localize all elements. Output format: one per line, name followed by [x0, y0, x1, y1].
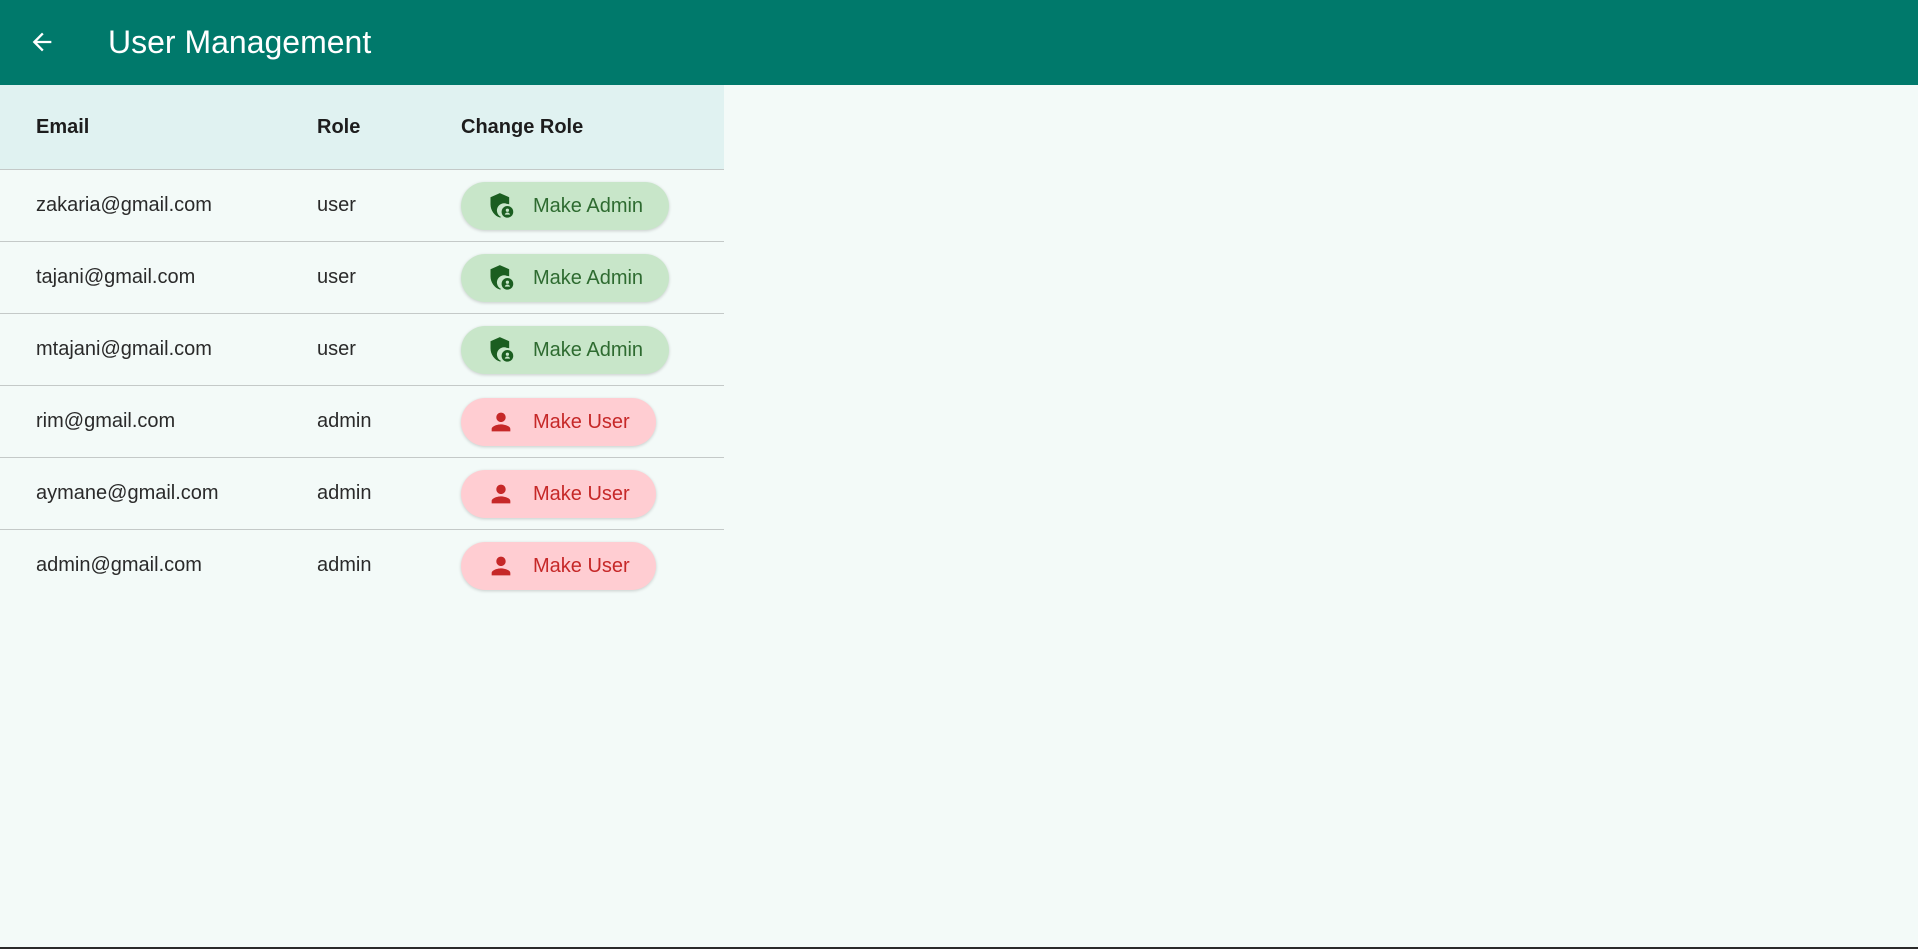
table-row: mtajani@gmail.com user Make Admin — [0, 314, 724, 386]
table-row: aymane@gmail.com admin Make User — [0, 458, 724, 530]
table-row: tajani@gmail.com user Make Admin — [0, 242, 724, 314]
users-table: Email Role Change Role zakaria@gmail.com… — [0, 85, 724, 601]
person-icon — [487, 408, 515, 436]
role-cell: user — [317, 266, 356, 288]
button-label: Make Admin — [533, 266, 644, 289]
role-cell: admin — [317, 554, 372, 576]
button-label: Make User — [533, 410, 630, 433]
email-cell: rim@gmail.com — [36, 410, 176, 432]
role-cell: admin — [317, 410, 372, 432]
app-root: User Management Email Role Change Role z… — [0, 0, 1918, 949]
table-body: zakaria@gmail.com user Make Admin tajani@gm… — [0, 170, 724, 601]
make-admin-button[interactable]: Make Admin — [461, 254, 670, 302]
person-icon — [487, 552, 515, 580]
role-cell: user — [317, 338, 356, 360]
make-user-button[interactable]: Make User — [461, 542, 656, 590]
table-header: Email Role Change Role — [0, 85, 724, 170]
header-email: Email — [36, 116, 90, 138]
make-user-button[interactable]: Make User — [461, 470, 656, 518]
make-admin-button[interactable]: Make Admin — [461, 182, 670, 230]
email-cell: mtajani@gmail.com — [36, 338, 212, 360]
email-cell: aymane@gmail.com — [36, 482, 219, 504]
table-row: rim@gmail.com admin Make User — [0, 386, 724, 458]
make-user-button[interactable]: Make User — [461, 398, 656, 446]
role-cell: user — [317, 194, 356, 216]
person-icon — [487, 480, 515, 508]
email-cell: tajani@gmail.com — [36, 266, 196, 288]
button-label: Make Admin — [533, 338, 644, 361]
button-label: Make User — [533, 482, 630, 505]
back-button[interactable] — [18, 18, 66, 66]
button-label: Make User — [533, 554, 630, 577]
table-row: zakaria@gmail.com user Make Admin — [0, 170, 724, 242]
admin-shield-icon — [487, 264, 515, 292]
app-bar: User Management — [0, 0, 1918, 85]
role-cell: admin — [317, 482, 372, 504]
header-role: Role — [317, 116, 361, 138]
email-cell: admin@gmail.com — [36, 554, 202, 576]
arrow-back-icon — [32, 32, 52, 52]
admin-shield-icon — [487, 336, 515, 364]
make-admin-button[interactable]: Make Admin — [461, 326, 670, 374]
button-label: Make Admin — [533, 194, 644, 217]
admin-shield-icon — [487, 192, 515, 220]
header-change-role: Change Role — [461, 116, 584, 138]
table-row: admin@gmail.com admin Make User — [0, 530, 724, 601]
email-cell: zakaria@gmail.com — [36, 194, 212, 216]
page-title: User Management — [108, 24, 372, 60]
